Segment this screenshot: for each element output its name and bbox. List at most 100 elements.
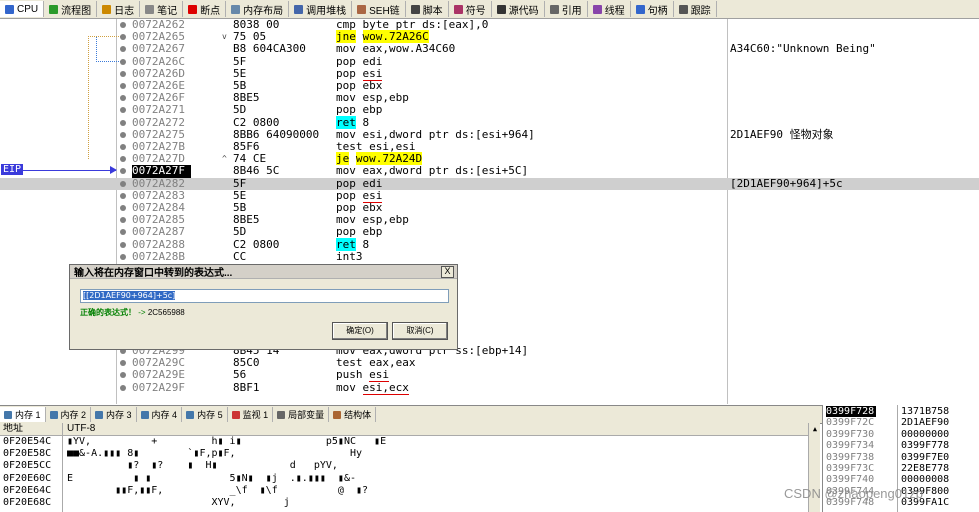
expression-input[interactable]: [[2D1AEF90+964]+5c] xyxy=(80,289,449,303)
tab-note[interactable]: 笔记 xyxy=(140,1,184,17)
operand: eax,dword ptr ds:[esi+5C] xyxy=(362,164,529,178)
tab-handle[interactable]: 句柄 xyxy=(631,1,674,17)
mnemonic: mov xyxy=(336,42,356,56)
mnemonic: pop xyxy=(336,66,356,80)
stack-row[interactable]: 0399F738 0399F7E0 xyxy=(823,452,979,463)
dump-tab[interactable]: 内存 5 xyxy=(182,407,228,422)
stack-address: 0399F734 xyxy=(826,440,875,452)
disasm-row[interactable]: 0072A27F 8B46 5C mov eax,dword ptr ds:[esi… xyxy=(0,164,979,178)
operand: wow.72A26C xyxy=(362,30,429,44)
tab-graph[interactable]: 流程图 xyxy=(44,1,98,17)
stack-address: 0399F730 xyxy=(826,428,875,440)
breakpoint-dot[interactable] xyxy=(120,217,126,224)
script-icon xyxy=(410,4,420,14)
breakpoint-dot[interactable] xyxy=(120,22,126,28)
tab-symbol[interactable]: 符号 xyxy=(449,1,492,17)
dump-tab[interactable]: 局部变量 xyxy=(273,407,330,422)
breakpoint-dot[interactable] xyxy=(120,83,126,89)
tab-reference[interactable]: 引用 xyxy=(545,1,588,17)
memory-dump-view[interactable]: 地址 UTF-8 ▲ 0F20E54C ▮YV, + h▮ i▮ p5▮NC ▮E… xyxy=(0,423,820,512)
dump-tab[interactable]: 内存 3 xyxy=(91,407,137,422)
breakpoint-dot[interactable] xyxy=(120,229,126,236)
scroll-up-icon[interactable]: ▲ xyxy=(809,423,820,435)
tab-memory-map[interactable]: 内存布局 xyxy=(226,1,290,17)
disasm-row[interactable]: 0072A29E 56 push esi xyxy=(0,368,979,383)
tab-trace[interactable]: 跟踪 xyxy=(674,1,717,17)
dump-row[interactable]: 0F20E64C ▮▮F,▮▮F, _\f ▮\f @ ▮? xyxy=(0,485,808,497)
stack-row[interactable]: 0399F730 00000000 xyxy=(823,429,979,440)
dump-tab-label: 监视 1 xyxy=(242,410,269,420)
dump-tab[interactable]: 内存 4 xyxy=(137,407,183,422)
breakpoint-dot[interactable] xyxy=(120,144,126,150)
breakpoint-dot[interactable] xyxy=(120,241,126,248)
tab-thread[interactable]: 线程 xyxy=(588,1,631,17)
breakpoint-dot[interactable] xyxy=(120,70,126,77)
stack-row[interactable]: 0399F734 0399F778 xyxy=(823,440,979,451)
close-icon[interactable]: X xyxy=(441,266,454,278)
opcode-bytes: 5F xyxy=(233,176,247,190)
tab-breakpoint[interactable]: 断点 xyxy=(183,1,227,17)
dump-tab[interactable]: 监视 1 xyxy=(228,407,274,422)
disasm-row[interactable]: 0072A29F 8BF1 mov esi,ecx xyxy=(0,380,979,395)
disasm-row[interactable]: 0072A271 5D pop ebp xyxy=(0,104,979,116)
address: 0072A26C xyxy=(132,54,185,68)
memory-map-icon xyxy=(231,4,241,14)
dump-row[interactable]: 0F20E58C ■■&-A.▮▮▮ 8▮ `▮F,p▮F, Hy xyxy=(0,448,808,460)
breakpoint-dot[interactable] xyxy=(120,372,126,379)
breakpoint-dot[interactable] xyxy=(120,34,126,41)
disasm-row[interactable]: 0072A26C 5F pop edi xyxy=(0,54,979,68)
dump-tab-label: 内存 2 xyxy=(60,410,87,420)
stack-row[interactable]: 0399F740 00000008 xyxy=(823,474,979,485)
stack-row[interactable]: 0399F73C 22E8E778 xyxy=(823,463,979,474)
breakpoint-dot[interactable] xyxy=(120,192,126,199)
tab-source[interactable]: 源代码 xyxy=(492,1,545,17)
breakpoint-dot[interactable] xyxy=(120,119,126,126)
dump-col-address[interactable]: 地址 xyxy=(3,423,23,435)
log-icon xyxy=(102,4,112,14)
dump-row[interactable]: 0F20E5CC ▮? ▮? ▮ H▮ d pYV, xyxy=(0,460,808,472)
cancel-button[interactable]: 取消(C) xyxy=(392,322,448,340)
comment: 2D1AEF90 怪物对象 xyxy=(730,127,834,141)
breakpoint-dot[interactable] xyxy=(120,156,126,163)
breakpoint-dot[interactable] xyxy=(120,360,126,367)
dump-row[interactable]: 0F20E54C ▮YV, + h▮ i▮ p5▮NC ▮E xyxy=(0,436,808,448)
operand: ebx xyxy=(362,79,383,92)
dump-text: ▮? ▮? ▮ H▮ d pYV, xyxy=(67,460,338,472)
operand: ebx xyxy=(362,201,383,214)
stack-row[interactable]: 0399F728 1371B758 xyxy=(823,406,979,418)
breakpoint-dot[interactable] xyxy=(120,180,126,187)
disasm-row[interactable]: 0072A287 5D pop ebp xyxy=(0,226,979,238)
tab-cpu[interactable]: CPU xyxy=(0,1,45,17)
dump-col-text[interactable]: UTF-8 xyxy=(67,423,95,435)
tab-seh[interactable]: SEH链 xyxy=(352,1,406,17)
stack-row[interactable]: 0399F72C 2D1AEF90 xyxy=(823,417,979,428)
ok-button[interactable]: 确定(O) xyxy=(332,322,388,340)
dump-tab[interactable]: 内存 1 xyxy=(0,407,46,422)
disasm-row[interactable]: 0072A288 C2 0800 ret 8 xyxy=(0,237,979,251)
dump-row[interactable]: 0F20E68C XYV, j xyxy=(0,497,808,509)
address: 0072A27F xyxy=(132,165,191,178)
dump-tab[interactable]: 结构体 xyxy=(329,407,377,422)
breakpoint-dot[interactable] xyxy=(120,107,126,114)
disasm-row[interactable]: 0072A267 B8 604CA300 mov eax,wow.A34C60 A34… xyxy=(0,43,979,55)
breakpoint-dot[interactable] xyxy=(120,95,126,102)
breakpoint-dot[interactable] xyxy=(120,168,126,175)
disasm-row[interactable]: 0072A28B CC int3 xyxy=(0,250,979,263)
reference-icon xyxy=(549,4,559,14)
tab-call-stack[interactable]: 调用堆栈 xyxy=(289,1,353,17)
breakpoint-dot[interactable] xyxy=(120,46,126,53)
breakpoint-dot[interactable] xyxy=(120,205,126,211)
disasm-row[interactable]: 0072A282 5F pop edi [2D1AEF90+964]+5c xyxy=(0,176,979,190)
breakpoint-dot[interactable] xyxy=(120,58,126,65)
dump-address: 0F20E60C xyxy=(3,472,52,484)
tab-script[interactable]: 脚本 xyxy=(406,1,449,17)
breakpoint-dot[interactable] xyxy=(120,253,126,260)
tab-log[interactable]: 日志 xyxy=(97,1,141,17)
dump-row[interactable]: 0F20E60C E ▮ ▮ 5▮N▮ ▮j .▮.▮▮▮ ▮&- xyxy=(0,473,808,485)
tab-label: SEH链 xyxy=(369,5,400,17)
breakpoint-dot[interactable] xyxy=(120,384,126,391)
dump-tab[interactable]: 内存 2 xyxy=(46,407,92,422)
address: 0072A271 xyxy=(132,103,185,117)
breakpoint-dot[interactable] xyxy=(120,131,126,138)
comment: A34C60:"Unknown Being" xyxy=(730,42,876,56)
